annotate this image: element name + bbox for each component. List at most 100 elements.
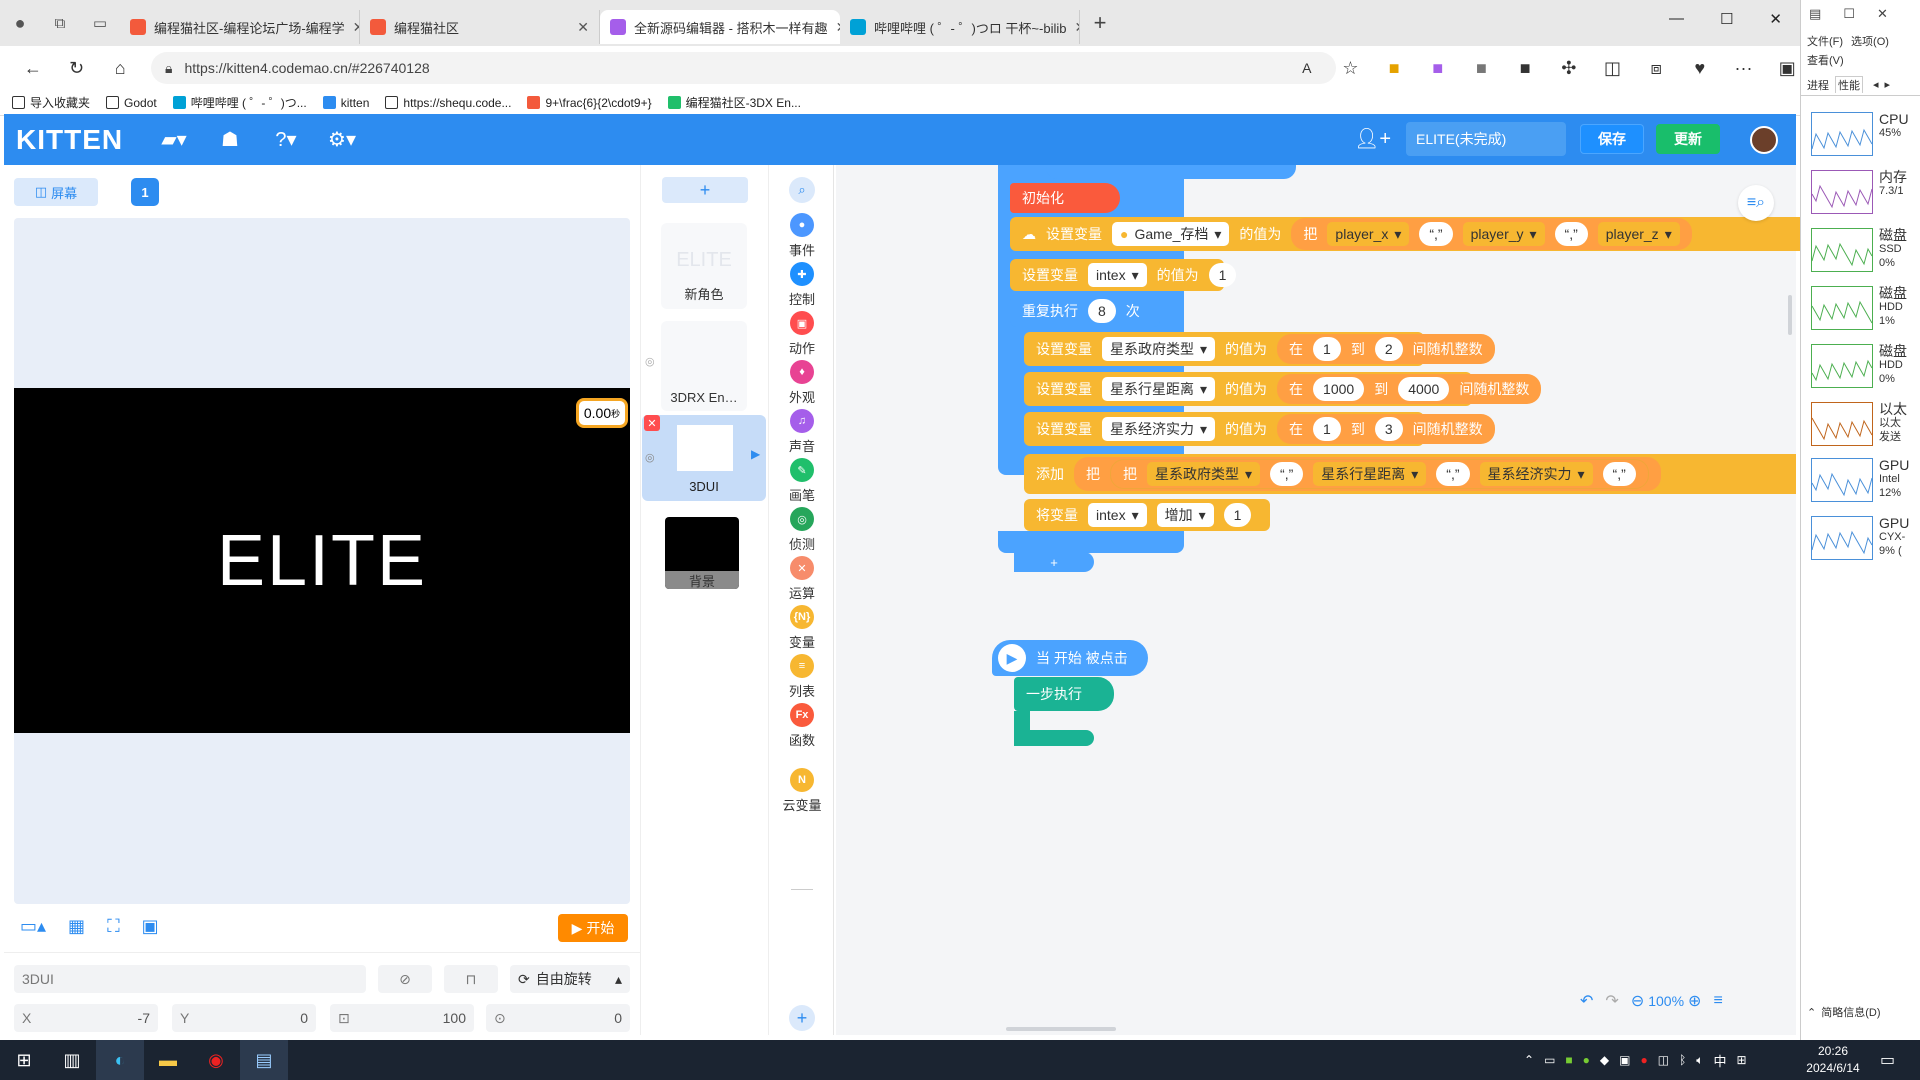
- variable-dropdown[interactable]: intex ▾: [1088, 503, 1147, 527]
- code-workspace[interactable]: 初始化 ☁ 设置变量 ● Game_存档 ▾ 的值为 把 player_x ▾ “,”…: [836, 165, 1800, 1035]
- number-input[interactable]: 1: [1313, 417, 1341, 441]
- ime-mode-icon[interactable]: ⊞: [1737, 1053, 1747, 1067]
- x-field[interactable]: X -7: [14, 1004, 158, 1032]
- category-11[interactable]: N 云变量: [769, 768, 835, 814]
- variable-dropdown[interactable]: 星系政府类型 ▾: [1147, 462, 1261, 486]
- collections-icon[interactable]: ⧈: [1643, 58, 1669, 79]
- add-sprite-button[interactable]: +: [662, 177, 748, 203]
- init-function-block[interactable]: 初始化: [1010, 183, 1120, 213]
- category-7[interactable]: ✕ 运算: [769, 556, 835, 602]
- number-input[interactable]: 4000: [1398, 377, 1450, 401]
- lock-toggle[interactable]: ⊓: [444, 965, 498, 993]
- grid-icon[interactable]: ▦: [68, 916, 85, 937]
- repeat-block[interactable]: 重复执行 8 次: [1010, 295, 1160, 327]
- set-variable-block[interactable]: ☁ 设置变量 ● Game_存档 ▾ 的值为 把 player_x ▾ “,” pla…: [1010, 217, 1800, 251]
- text-input[interactable]: “,”: [1554, 222, 1588, 246]
- recording-icon[interactable]: ▣: [142, 916, 159, 937]
- edge-browser-icon[interactable]: ◐: [96, 1040, 144, 1080]
- network-icon[interactable]: ▣: [1619, 1053, 1630, 1067]
- when-start-clicked-block[interactable]: ▶ 当 开始 被点击: [992, 640, 1148, 676]
- tray-expand-icon[interactable]: ⌃: [1524, 1053, 1534, 1067]
- perf-item[interactable]: GPU Intel 12%: [1811, 458, 1917, 514]
- operation-dropdown[interactable]: 增加 ▾: [1156, 503, 1214, 527]
- taskmgr-minimize[interactable]: ☐: [1843, 6, 1855, 22]
- close-tab-icon[interactable]: ✕: [577, 19, 589, 36]
- variable-dropdown[interactable]: intex ▾: [1088, 263, 1147, 287]
- read-aloud-icon[interactable]: A: [1294, 60, 1320, 76]
- number-input[interactable]: 1: [1223, 503, 1252, 527]
- favorite-item[interactable]: 9+\frac{6}{2\cdot9+}: [527, 96, 652, 110]
- favorite-item[interactable]: 导入收藏夹: [12, 94, 90, 111]
- redo-icon[interactable]: ↷: [1605, 991, 1618, 1011]
- perf-item[interactable]: 内存 7.3/1: [1811, 170, 1917, 226]
- extension-icon[interactable]: ■: [1512, 58, 1538, 79]
- random-int-block[interactable]: 在 1000 到 4000 间随机整数: [1277, 374, 1542, 404]
- settings-menu-icon[interactable]: ⚙▾: [314, 127, 370, 152]
- community-icon[interactable]: ☗: [202, 127, 258, 152]
- variable-dropdown[interactable]: 星系行星距离 ▾: [1313, 462, 1427, 486]
- add-extension-button[interactable]: +: [789, 1005, 815, 1031]
- favorite-item[interactable]: 编程猫社区-3DX En...: [667, 94, 801, 111]
- vertical-scrollbar[interactable]: [1788, 295, 1792, 335]
- category-3[interactable]: ♦ 外观: [769, 360, 835, 406]
- close-window-button[interactable]: ✕: [1769, 10, 1782, 28]
- sprite-card[interactable]: 3DRX En…: [661, 321, 747, 411]
- set-variable-block[interactable]: 设置变量 星系政府类型 ▾ 的值为 在 1 到 2 间随机整数: [1024, 332, 1495, 366]
- sprite-name-input[interactable]: 3DUI: [14, 965, 366, 993]
- variable-dropdown[interactable]: 星系经济实力 ▾: [1102, 417, 1216, 441]
- perf-item[interactable]: 磁盘 HDD 1%: [1811, 286, 1917, 342]
- avatar[interactable]: [1750, 126, 1778, 154]
- update-button[interactable]: 更新: [1656, 124, 1720, 154]
- search-blocks-icon[interactable]: ⌕: [789, 177, 815, 203]
- number-input[interactable]: 2: [1374, 337, 1403, 361]
- profile-icon[interactable]: ●: [0, 3, 40, 43]
- favorite-item[interactable]: Godot: [106, 96, 157, 110]
- performance-icon[interactable]: ♥: [1687, 58, 1713, 79]
- number-input[interactable]: 3: [1374, 417, 1403, 441]
- maximize-button[interactable]: ☐: [1720, 10, 1733, 28]
- category-6[interactable]: ◎ 侦测: [769, 507, 835, 553]
- menu-file[interactable]: 文件(F): [1807, 33, 1843, 49]
- text-input[interactable]: “,”: [1270, 462, 1304, 486]
- variable-dropdown[interactable]: ● Game_存档 ▾: [1112, 222, 1230, 246]
- netease-music-icon[interactable]: ◉: [192, 1040, 240, 1080]
- block-search-icon[interactable]: ≡⌕: [1738, 185, 1774, 221]
- summary-toggle[interactable]: ⌃ 简略信息(D): [1807, 1004, 1881, 1020]
- home-icon[interactable]: ⌂: [107, 58, 133, 79]
- category-2[interactable]: ▣ 动作: [769, 311, 835, 357]
- variable-dropdown[interactable]: player_x ▾: [1327, 222, 1410, 246]
- set-variable-block[interactable]: 设置变量 intex ▾ 的值为 1: [1010, 259, 1237, 291]
- clock[interactable]: 20:26 2024/6/14: [1798, 1043, 1868, 1077]
- join-block[interactable]: 把 星系政府类型 ▾ “,” 星系行星距离 ▾ “,” 星系经济实力 ▾ “,”: [1110, 459, 1649, 489]
- qq-icon[interactable]: ◆: [1600, 1053, 1609, 1067]
- extension-icon[interactable]: ■: [1425, 58, 1451, 79]
- variable-dropdown[interactable]: 星系经济实力 ▾: [1479, 462, 1593, 486]
- extensions-puzzle-icon[interactable]: ✣: [1556, 58, 1582, 79]
- screen-tab[interactable]: ◫ 屏幕: [14, 178, 98, 206]
- text-input[interactable]: “,”: [1436, 462, 1470, 486]
- sprite-card[interactable]: ELITE 新角色: [661, 223, 747, 309]
- undo-icon[interactable]: ↶: [1580, 991, 1593, 1011]
- project-name-input[interactable]: ELITE(未完成): [1406, 122, 1566, 156]
- extension-icon[interactable]: ■: [1469, 58, 1495, 79]
- step-execute-block[interactable]: 一步执行: [1014, 677, 1114, 711]
- split-screen-icon[interactable]: ◫: [1600, 58, 1626, 79]
- task-manager-taskbar-icon[interactable]: ▤: [240, 1040, 288, 1080]
- category-9[interactable]: ≡ 列表: [769, 654, 835, 700]
- bluetooth-icon[interactable]: ᛒ: [1679, 1053, 1686, 1067]
- arrange-blocks-icon[interactable]: ≡: [1713, 992, 1722, 1010]
- list-add-block[interactable]: 添加 把 把 星系政府类型 ▾ “,” 星系行星距离 ▾ “,” 星系经济实力 ▾ “…: [1024, 454, 1796, 494]
- favorite-item[interactable]: kitten: [322, 96, 369, 110]
- tab-performance[interactable]: 性能: [1835, 76, 1863, 93]
- size-field[interactable]: ⊡ 100: [330, 1004, 474, 1032]
- save-button[interactable]: 保存: [1580, 124, 1644, 154]
- y-field[interactable]: Y0: [172, 1004, 316, 1032]
- start-button[interactable]: ▶ 开始: [558, 914, 628, 942]
- tray-app-icon[interactable]: ▭: [1544, 1053, 1555, 1067]
- vertical-tabs-icon[interactable]: ▭: [80, 3, 120, 43]
- random-int-block[interactable]: 在 1 到 2 间随机整数: [1277, 334, 1495, 364]
- favorite-item[interactable]: https://shequ.code...: [385, 96, 511, 110]
- browser-tab[interactable]: 编程猫社区-编程论坛广场-编程学 ✕: [120, 10, 360, 44]
- number-input[interactable]: 8: [1088, 299, 1116, 323]
- number-input[interactable]: 1000: [1313, 377, 1365, 401]
